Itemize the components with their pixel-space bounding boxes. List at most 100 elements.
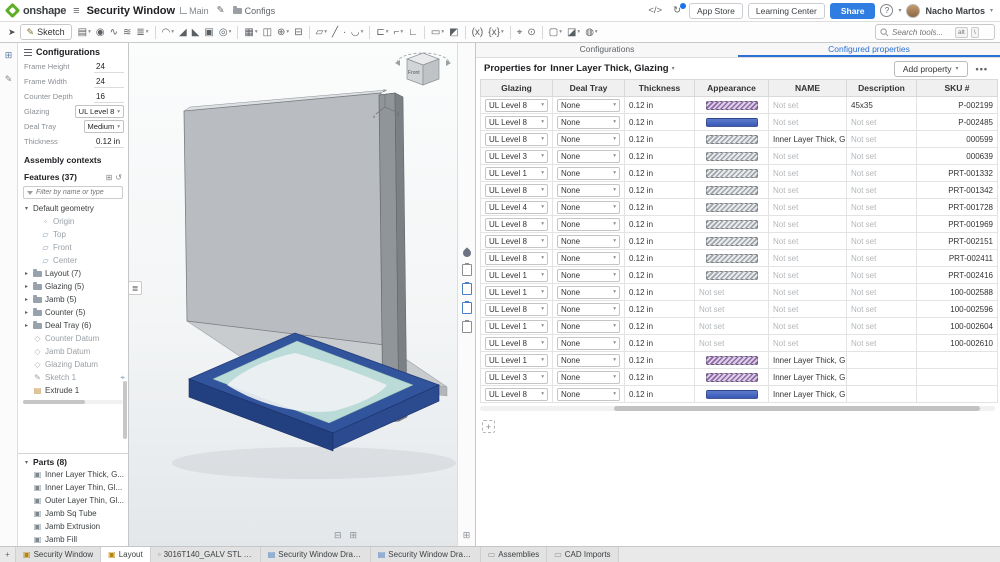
fillet-icon[interactable]: ◠▾ [160, 24, 177, 41]
glazing-select[interactable]: UL Level 8▾ [485, 99, 548, 112]
glazing-select[interactable]: UL Level 8▾ [485, 388, 548, 401]
chamfer-icon[interactable]: ◢ [177, 24, 189, 41]
glazing-select[interactable]: UL Level 8▾ [485, 184, 548, 197]
feature-origin[interactable]: Origin [18, 215, 128, 228]
properties-subject-dropdown[interactable]: Inner Layer Thick, Glazing ▾ [550, 63, 674, 74]
feature-layout-7[interactable]: ▸Layout (7) [18, 267, 128, 280]
display-options-icon[interactable]: ◍▾ [583, 24, 600, 41]
edit-icon[interactable]: ✎ [5, 74, 13, 85]
column-header-appearance[interactable]: Appearance [695, 80, 769, 97]
glazing-select[interactable]: UL Level 8▾ [485, 235, 548, 248]
learning-center-button[interactable]: Learning Center [748, 3, 825, 19]
main-menu-icon[interactable]: ≡ [71, 5, 81, 17]
loft-icon[interactable]: ≋ [121, 24, 133, 41]
feature-glazing-datum[interactable]: Glazing Datum [18, 358, 128, 371]
appearance-swatch[interactable] [706, 118, 758, 127]
glazing-select[interactable]: UL Level 1▾ [485, 320, 548, 333]
deal-tray-select[interactable]: None▾ [557, 184, 620, 197]
part-jamb-extrusion[interactable]: Jamb Extrusion [18, 520, 128, 533]
appearance-swatch[interactable] [706, 271, 758, 280]
configured-features-icon[interactable] [462, 283, 472, 295]
add-configuration-button[interactable]: + [482, 420, 495, 433]
column-header-sku[interactable]: SKU # [917, 80, 998, 97]
tab-3016t140-galv-stl-e[interactable]: ▫3016T140_GALV STL E... [151, 547, 261, 562]
curve-icon[interactable]: ◡▾ [349, 24, 366, 41]
shell-icon[interactable]: ▣ [202, 24, 215, 41]
tab-assemblies[interactable]: ▭Assemblies [481, 547, 547, 562]
deal-tray-select[interactable]: None▾ [557, 133, 620, 146]
rollback-icon[interactable]: ↺ [115, 173, 122, 182]
tab-layout[interactable]: ▣Layout [101, 547, 151, 562]
feature-jamb-datum[interactable]: Jamb Datum [18, 345, 128, 358]
feature-filter-input[interactable] [36, 189, 119, 196]
grid-icon[interactable]: ⊞ [350, 530, 358, 541]
deal-tray-select[interactable]: None▾ [557, 167, 620, 180]
new-folder-icon[interactable]: ⊞ [106, 173, 113, 182]
gusset-icon[interactable]: ◩ [447, 24, 460, 41]
glazing-select[interactable]: UL Level 8▾ [485, 218, 548, 231]
search-tools-input[interactable] [892, 28, 952, 37]
deal-tray-select[interactable]: None▾ [557, 371, 620, 384]
part-outer-layer-thin-gl[interactable]: Outer Layer Thin, Gl... [18, 494, 128, 507]
deal-tray-select[interactable]: None▾ [557, 99, 620, 112]
sheet-metal-icon[interactable]: ⊏▾ [374, 24, 390, 41]
appearance-swatch[interactable] [706, 237, 758, 246]
hscrollbar-thumb[interactable] [23, 400, 85, 404]
appearance-swatch[interactable] [706, 186, 758, 195]
tree-caret-icon[interactable]: ▸ [23, 322, 30, 329]
appearance-swatch[interactable] [706, 135, 758, 144]
model-3d-view[interactable]: Front z x y [129, 43, 457, 546]
column-header-name[interactable]: NAME [769, 80, 847, 97]
appearance-swatch[interactable] [706, 390, 758, 399]
point-icon[interactable]: ∙ [341, 24, 348, 41]
glazing-select[interactable]: UL Level 3▾ [485, 371, 548, 384]
sketch-button[interactable]: ✎ Sketch [20, 24, 72, 40]
deal-tray-select[interactable]: None▾ [557, 201, 620, 214]
revolve-icon[interactable]: ◉ [94, 24, 107, 41]
bend-icon[interactable]: ∟ [406, 24, 420, 41]
appearance-swatch[interactable] [706, 356, 758, 365]
tab-configured-properties[interactable]: Configured properties [738, 43, 1000, 57]
parts-header[interactable]: ▾ Parts (8) [18, 454, 128, 468]
deal-tray-select[interactable]: None▾ [557, 218, 620, 231]
help-caret-icon[interactable]: ▾ [898, 7, 901, 14]
appearance-swatch[interactable] [706, 169, 758, 178]
glazing-select[interactable]: UL Level 8▾ [485, 116, 548, 129]
hole-icon[interactable]: ◎▾ [217, 24, 234, 41]
deal-tray-select[interactable]: None▾ [557, 116, 620, 129]
flange-icon[interactable]: ⌐▾ [392, 24, 406, 41]
feature-extrude-1[interactable]: Extrude 1 [18, 384, 128, 397]
view-cube[interactable]: Front [395, 53, 451, 85]
feature-list-toggle[interactable]: ≣ [129, 281, 142, 295]
named-views-icon[interactable]: ▢▾ [547, 24, 564, 41]
configs-button[interactable]: Configs [233, 6, 276, 16]
glazing-select[interactable]: UL Level 4▾ [485, 201, 548, 214]
code-icon[interactable]: </> [645, 5, 665, 16]
deal-tray-select[interactable]: None▾ [557, 337, 620, 350]
appearance-swatch[interactable] [706, 373, 758, 382]
user-menu-caret-icon[interactable]: ▾ [990, 7, 993, 14]
branch-selector[interactable]: Main [180, 6, 209, 16]
config-select-glazing[interactable]: UL Level 8▾ [75, 105, 124, 118]
tree-caret-icon[interactable]: ▸ [23, 270, 30, 277]
frame-icon[interactable]: ▭▾ [429, 24, 446, 41]
onshape-logo-icon[interactable] [5, 3, 21, 19]
feature-top[interactable]: Top [18, 228, 128, 241]
config-input-frame-width[interactable]: 24 [94, 76, 124, 88]
split-icon[interactable]: ⊟ [292, 24, 304, 41]
new-tab-button[interactable]: + [0, 547, 16, 562]
keyboard-shortcuts-icon[interactable]: ⊞ [463, 530, 471, 541]
insert-icon[interactable]: ⊞ [5, 50, 13, 61]
part-jamb-fill[interactable]: Jamb Fill [18, 533, 128, 546]
deal-tray-select[interactable]: None▾ [557, 235, 620, 248]
part-inner-layer-thick-g[interactable]: Inner Layer Thick, G... [18, 468, 128, 481]
appearance-panel-icon[interactable] [461, 247, 472, 258]
updates-icon[interactable]: ↻ [670, 5, 684, 16]
glazing-select[interactable]: UL Level 3▾ [485, 150, 548, 163]
config-input-thickness[interactable]: 0.12 in [94, 136, 124, 148]
tree-caret-icon[interactable]: ▸ [23, 283, 30, 290]
app-store-button[interactable]: App Store [689, 3, 743, 19]
glazing-panel[interactable] [184, 93, 385, 345]
tab-security-window-drawi[interactable]: ▤Security Window Drawi... [261, 547, 371, 562]
linear-pattern-icon[interactable]: ▦▾ [242, 24, 259, 41]
